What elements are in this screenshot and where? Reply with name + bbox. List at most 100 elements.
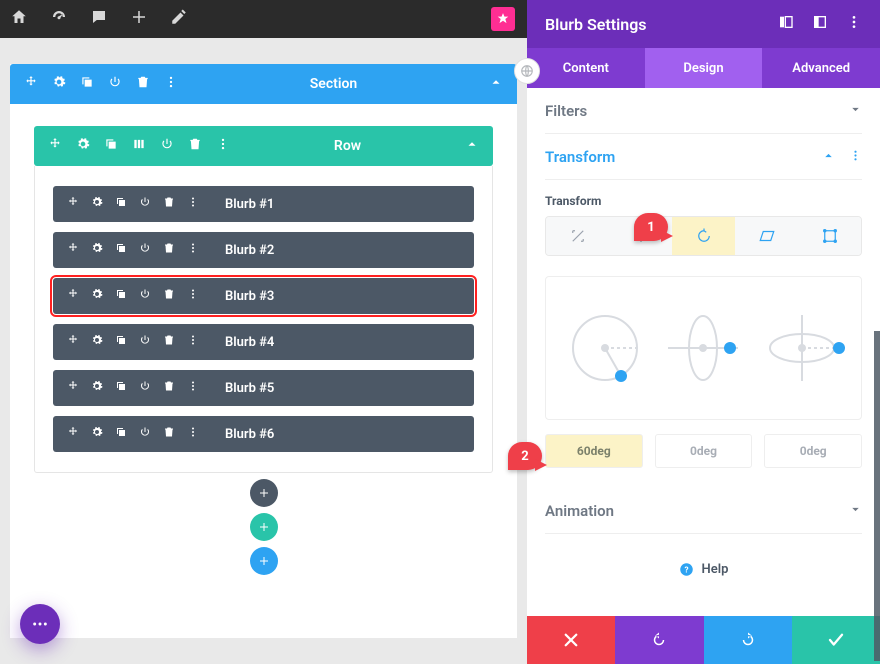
power-icon[interactable]: [139, 380, 151, 396]
undo-button[interactable]: [615, 616, 703, 664]
duplicate-icon[interactable]: [115, 380, 127, 396]
duplicate-icon[interactable]: [104, 137, 118, 155]
trash-icon[interactable]: [163, 380, 175, 396]
move-icon[interactable]: [67, 242, 79, 258]
add-section-button[interactable]: [250, 547, 278, 575]
trash-icon[interactable]: [163, 242, 175, 258]
columns-icon[interactable]: [132, 137, 146, 155]
move-icon[interactable]: [67, 334, 79, 350]
module-label: Blurb #6: [213, 427, 274, 442]
section-header[interactable]: Section: [10, 64, 517, 104]
rotate-value-1[interactable]: 0deg: [655, 434, 753, 468]
collapse-row[interactable]: [451, 137, 493, 155]
gear-icon[interactable]: [91, 334, 103, 350]
row-header[interactable]: Row: [34, 126, 493, 166]
more-icon[interactable]: [849, 148, 862, 166]
rotate-value-0[interactable]: 60deg: [545, 434, 643, 468]
rotate-z-dial[interactable]: [560, 303, 650, 393]
help-link[interactable]: ? Help: [545, 534, 862, 601]
home-icon[interactable]: [10, 8, 28, 30]
expand-icon[interactable]: [812, 14, 828, 34]
accordion-transform[interactable]: Transform: [545, 134, 862, 180]
more-icon[interactable]: [187, 242, 199, 258]
module-item[interactable]: Blurb #3: [53, 278, 474, 314]
move-icon[interactable]: [67, 380, 79, 396]
globe-button[interactable]: [514, 58, 540, 84]
trash-icon[interactable]: [136, 75, 150, 93]
gear-icon[interactable]: [91, 426, 103, 442]
gear-icon[interactable]: [76, 137, 90, 155]
accordion-animation[interactable]: Animation: [545, 488, 862, 534]
tab-advanced[interactable]: Advanced: [762, 48, 880, 88]
trash-icon[interactable]: [163, 334, 175, 350]
module-item[interactable]: Blurb #1: [53, 186, 474, 222]
gear-icon[interactable]: [52, 75, 66, 93]
more-icon[interactable]: [187, 334, 199, 350]
scrollbar[interactable]: [874, 331, 880, 661]
duplicate-icon[interactable]: [115, 196, 127, 212]
rotate-x-dial[interactable]: [757, 303, 847, 393]
move-icon[interactable]: [67, 196, 79, 212]
transform-tab-origin[interactable]: [798, 217, 861, 255]
power-icon[interactable]: [139, 334, 151, 350]
gear-icon[interactable]: [91, 242, 103, 258]
power-icon[interactable]: [139, 426, 151, 442]
trash-icon[interactable]: [188, 137, 202, 155]
transform-tab-scale[interactable]: [546, 217, 609, 255]
rotate-value-2[interactable]: 0deg: [764, 434, 862, 468]
move-icon[interactable]: [67, 426, 79, 442]
snap-left-icon[interactable]: [778, 14, 794, 34]
more-icon[interactable]: [187, 288, 199, 304]
more-icon[interactable]: [187, 380, 199, 396]
accordion-filters[interactable]: Filters: [545, 88, 862, 134]
add-module-button[interactable]: [250, 479, 278, 507]
duplicate-icon[interactable]: [115, 334, 127, 350]
rotate-preview[interactable]: [545, 276, 862, 420]
redo-button[interactable]: [704, 616, 792, 664]
panel-tabs: ContentDesignAdvanced: [527, 48, 880, 88]
trash-icon[interactable]: [163, 426, 175, 442]
duplicate-icon[interactable]: [115, 288, 127, 304]
trash-icon[interactable]: [163, 196, 175, 212]
builder-canvas: Section Row Blurb #1 Blurb #: [0, 0, 527, 664]
trash-icon[interactable]: [163, 288, 175, 304]
transform-tab-skew[interactable]: [735, 217, 798, 255]
cancel-button[interactable]: [527, 616, 615, 664]
gear-icon[interactable]: [91, 196, 103, 212]
move-icon[interactable]: [24, 75, 38, 93]
power-icon[interactable]: [139, 196, 151, 212]
move-icon[interactable]: [48, 137, 62, 155]
gear-icon[interactable]: [91, 288, 103, 304]
power-icon[interactable]: [160, 137, 174, 155]
power-icon[interactable]: [139, 288, 151, 304]
move-icon[interactable]: [67, 288, 79, 304]
module-item[interactable]: Blurb #6: [53, 416, 474, 452]
tab-design[interactable]: Design: [645, 48, 763, 88]
power-icon[interactable]: [108, 75, 122, 93]
more-icon[interactable]: [187, 196, 199, 212]
rotate-y-dial[interactable]: [658, 303, 748, 393]
save-button[interactable]: [792, 616, 880, 664]
more-icon[interactable]: [216, 137, 230, 155]
more-icon[interactable]: [846, 14, 862, 34]
plus-icon[interactable]: [130, 8, 148, 30]
gauge-icon[interactable]: [50, 8, 68, 30]
comment-icon[interactable]: [90, 8, 108, 30]
pencil-icon[interactable]: [170, 8, 188, 30]
tab-content[interactable]: Content: [527, 48, 645, 88]
power-icon[interactable]: [139, 242, 151, 258]
module-item[interactable]: Blurb #4: [53, 324, 474, 360]
gear-icon[interactable]: [91, 380, 103, 396]
brand-badge[interactable]: [491, 7, 515, 31]
duplicate-icon[interactable]: [80, 75, 94, 93]
more-icon[interactable]: [187, 426, 199, 442]
module-item[interactable]: Blurb #5: [53, 370, 474, 406]
duplicate-icon[interactable]: [115, 242, 127, 258]
module-item[interactable]: Blurb #2: [53, 232, 474, 268]
collapse-section[interactable]: [475, 75, 517, 93]
more-icon[interactable]: [164, 75, 178, 93]
duplicate-icon[interactable]: [115, 426, 127, 442]
transform-tab-rotate[interactable]: [672, 217, 735, 255]
add-row-button[interactable]: [250, 513, 278, 541]
fab-more-button[interactable]: [20, 604, 60, 644]
